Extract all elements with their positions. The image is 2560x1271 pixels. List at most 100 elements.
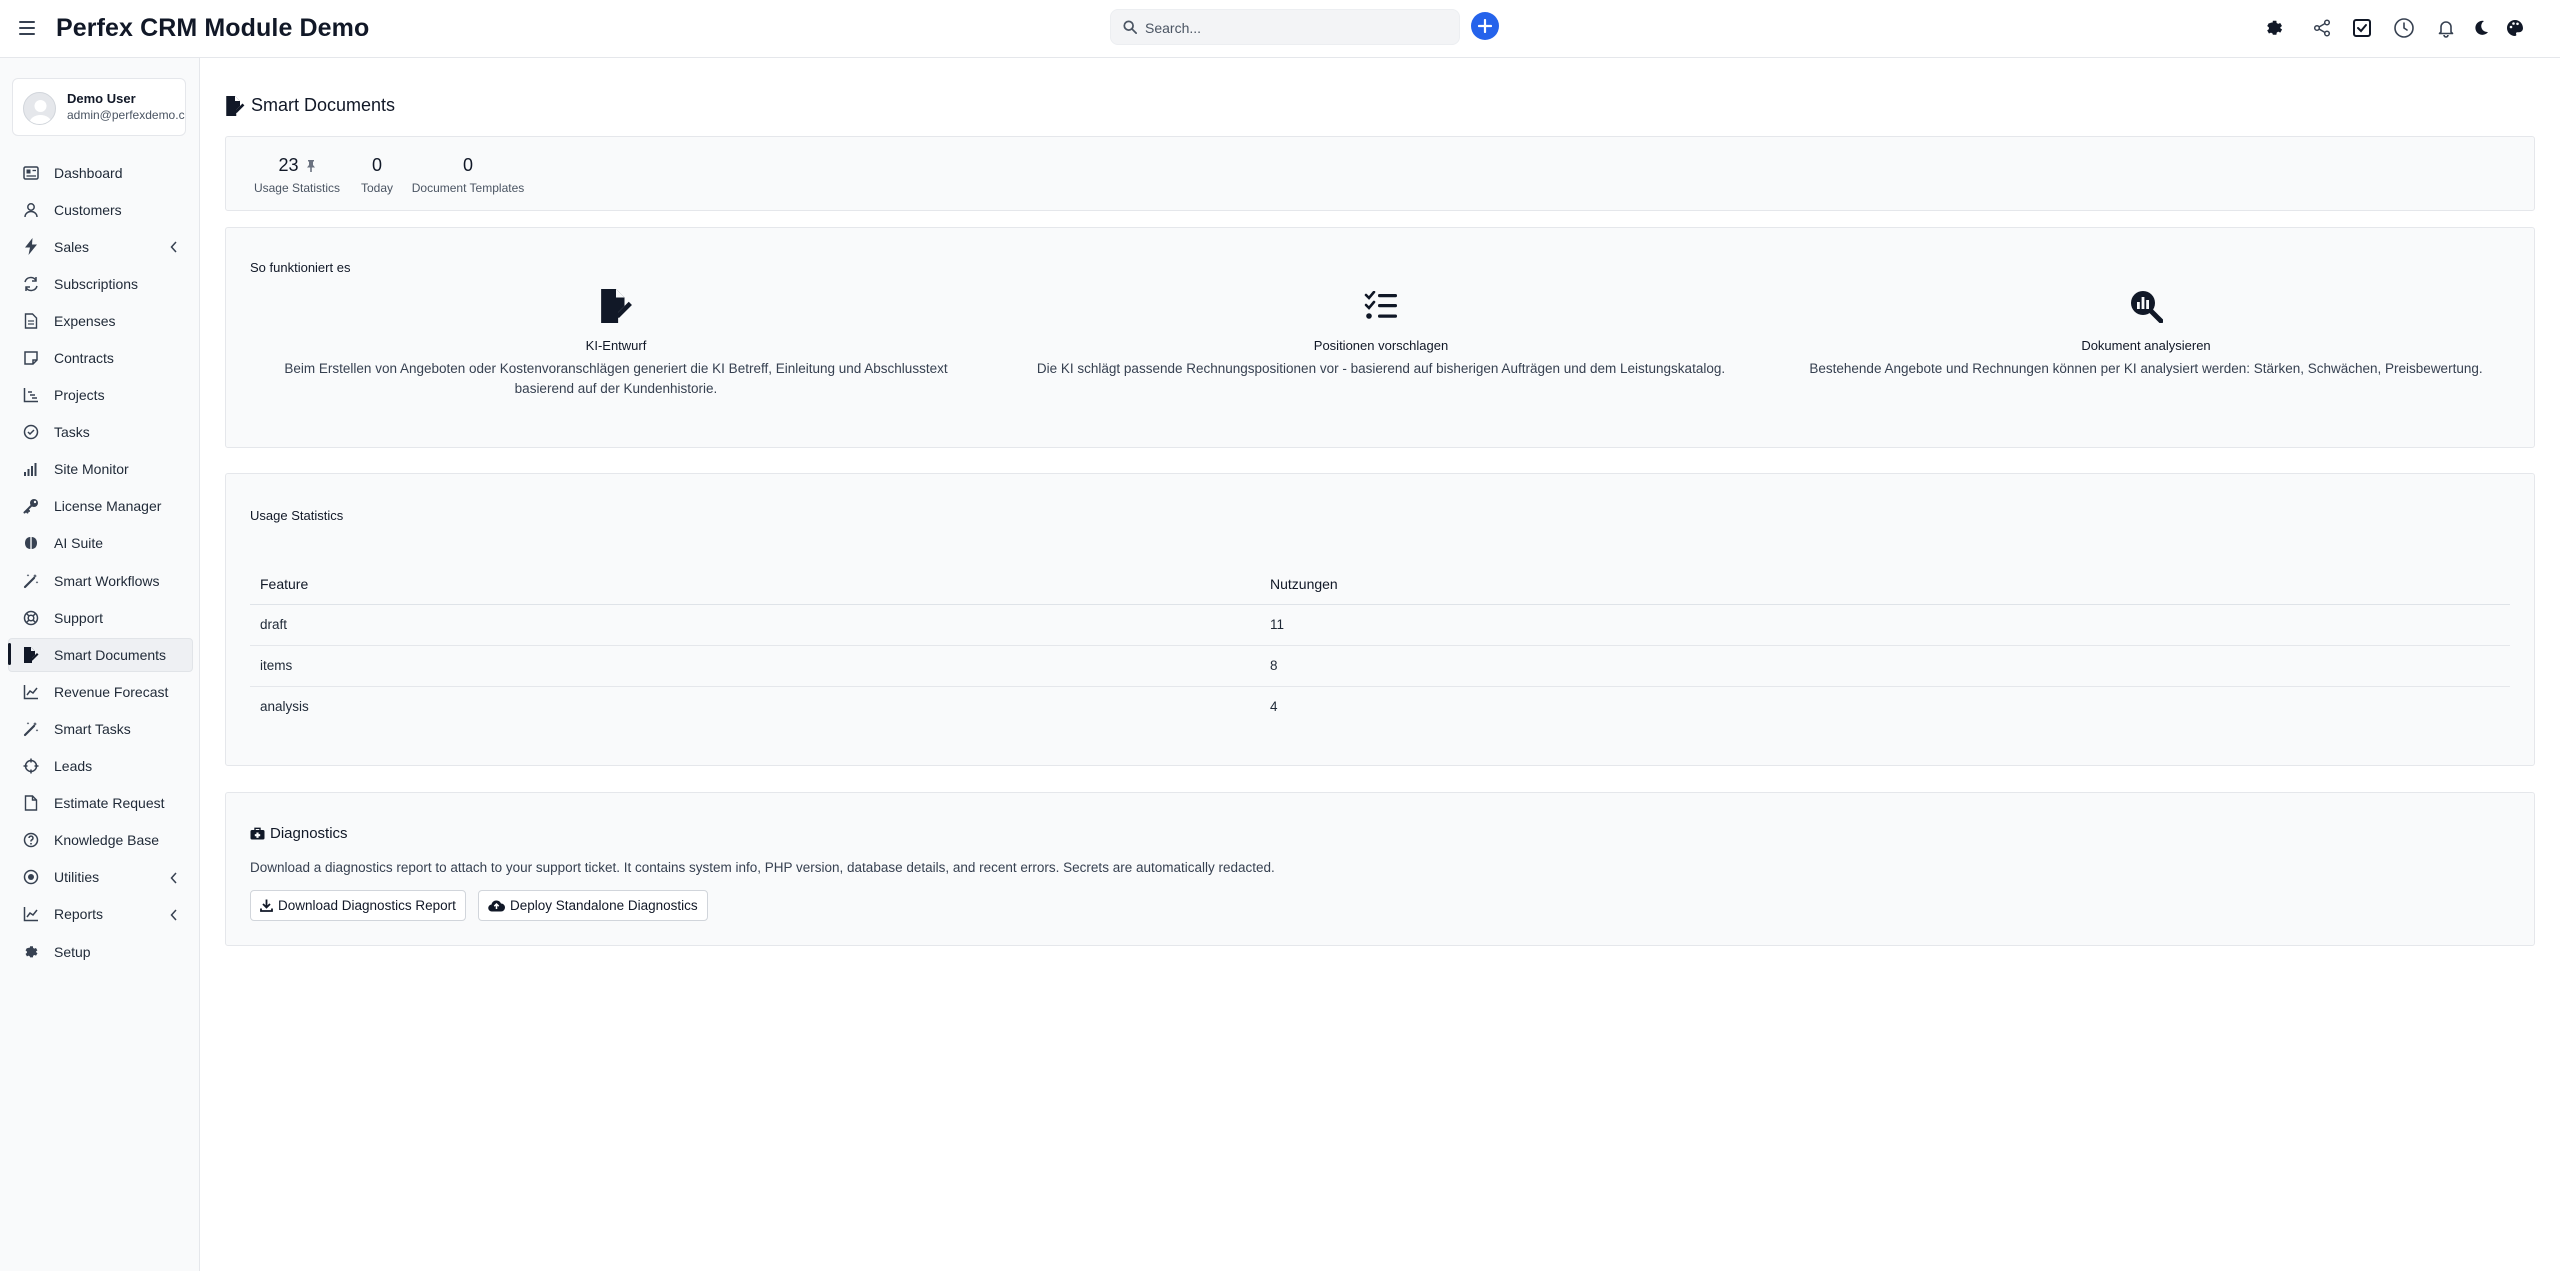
sidebar-item-ai-suite[interactable]: AI Suite bbox=[0, 525, 200, 562]
share-icon[interactable] bbox=[2311, 17, 2333, 39]
feature-dokument-analysieren: Dokument analysieren Bestehende Angebote… bbox=[1776, 288, 2516, 379]
sidebar-item-leads[interactable]: Leads bbox=[0, 748, 200, 785]
deploy-diagnostics-button[interactable]: Deploy Standalone Diagnostics bbox=[478, 890, 708, 921]
plus-icon bbox=[1478, 19, 1492, 33]
table-header-row: Feature Nutzungen bbox=[250, 564, 2510, 605]
lifebuoy-icon bbox=[22, 609, 40, 627]
search-icon bbox=[1123, 20, 1137, 39]
signal-icon bbox=[22, 460, 40, 478]
question-circle-icon bbox=[22, 831, 40, 849]
sidebar-item-subscriptions[interactable]: Subscriptions bbox=[0, 265, 200, 302]
chart-icon bbox=[22, 386, 40, 404]
app-title: Perfex CRM Module Demo bbox=[56, 14, 370, 42]
sidebar-item-smart-documents[interactable]: Smart Documents bbox=[0, 636, 200, 673]
gear-icon[interactable] bbox=[2263, 17, 2285, 39]
table-row: analysis 4 bbox=[260, 699, 1278, 715]
key-icon bbox=[22, 497, 40, 515]
search-input[interactable] bbox=[1145, 17, 1445, 39]
sidebar-item-support[interactable]: Support bbox=[0, 599, 200, 636]
pin-icon bbox=[306, 159, 315, 172]
top-header: Perfex CRM Module Demo bbox=[0, 0, 2560, 58]
table-row: items 8 bbox=[250, 645, 2510, 687]
sidebar-item-revenue-forecast[interactable]: Revenue Forecast bbox=[0, 673, 200, 710]
medkit-icon bbox=[250, 827, 265, 840]
how-it-works-card: So funktioniert es KI-Entwurf Beim Erste… bbox=[225, 227, 2535, 448]
file-signature-icon bbox=[22, 646, 40, 664]
chevron-left-icon bbox=[170, 871, 178, 887]
column-header-feature: Feature bbox=[250, 564, 1260, 605]
file-signature-icon bbox=[246, 288, 986, 324]
diagnostics-description: Download a diagnostics report to attach … bbox=[250, 860, 1275, 875]
stat-usage-statistics: 23 Usage Statistics bbox=[253, 155, 341, 195]
quick-add-button[interactable] bbox=[1471, 12, 1499, 40]
page-title: Smart Documents bbox=[225, 95, 395, 116]
sidebar-item-expenses[interactable]: Expenses bbox=[0, 302, 200, 339]
sidebar-item-estimate-request[interactable]: Estimate Request bbox=[0, 785, 200, 822]
sidebar-item-smart-tasks[interactable]: Smart Tasks bbox=[0, 710, 200, 747]
cloud-upload-icon bbox=[488, 900, 505, 912]
line-chart-icon bbox=[22, 683, 40, 701]
clock-icon[interactable] bbox=[2393, 17, 2415, 39]
download-icon bbox=[260, 899, 273, 912]
list-check-icon bbox=[1011, 288, 1751, 324]
stat-today: 0 Today bbox=[360, 155, 394, 195]
dot-circle-icon bbox=[22, 868, 40, 886]
magic-wand-icon bbox=[22, 720, 40, 738]
column-header-nutzungen: Nutzungen bbox=[1260, 564, 2510, 605]
menu-toggle-icon[interactable] bbox=[19, 21, 35, 35]
diagnostics-title: Diagnostics bbox=[250, 825, 348, 842]
avatar bbox=[23, 92, 56, 125]
refresh-icon bbox=[22, 275, 40, 293]
sidebar-nav: Dashboard Customers Sales Subscriptions … bbox=[0, 154, 200, 970]
file-icon bbox=[22, 794, 40, 812]
file-signature-icon bbox=[226, 95, 245, 116]
search-box[interactable] bbox=[1110, 9, 1460, 45]
dashboard-icon bbox=[22, 164, 40, 182]
sidebar-item-knowledge-base[interactable]: Knowledge Base bbox=[0, 822, 200, 859]
user-icon bbox=[22, 201, 40, 219]
sidebar-item-setup[interactable]: Setup bbox=[0, 933, 200, 970]
usage-table: Feature Nutzungen draft 11 items 8 analy… bbox=[250, 564, 2510, 727]
diagnostics-card: Diagnostics Download a diagnostics repor… bbox=[225, 792, 2535, 946]
gear-icon bbox=[22, 943, 40, 961]
note-icon bbox=[22, 349, 40, 367]
line-chart-icon bbox=[22, 905, 40, 923]
bell-icon[interactable] bbox=[2435, 17, 2457, 39]
sidebar-item-contracts[interactable]: Contracts bbox=[0, 339, 200, 376]
sidebar-item-dashboard[interactable]: Dashboard bbox=[0, 154, 200, 191]
brain-icon bbox=[22, 534, 40, 552]
section-title: So funktioniert es bbox=[250, 260, 351, 275]
moon-icon[interactable] bbox=[2470, 17, 2492, 39]
sidebar-item-license-manager[interactable]: License Manager bbox=[0, 488, 200, 525]
user-name: Demo User bbox=[67, 91, 136, 106]
usage-statistics-card: Usage Statistics Feature Nutzungen draft… bbox=[225, 473, 2535, 766]
user-profile-card[interactable]: Demo User admin@perfexdemo.c... bbox=[12, 78, 186, 136]
crosshair-icon bbox=[22, 757, 40, 775]
sidebar: Demo User admin@perfexdemo.c... Dashboar… bbox=[0, 58, 200, 1271]
sidebar-item-smart-workflows[interactable]: Smart Workflows bbox=[0, 562, 200, 599]
chevron-left-icon bbox=[170, 240, 178, 256]
sidebar-item-tasks[interactable]: Tasks bbox=[0, 414, 200, 451]
magic-wand-icon bbox=[22, 572, 40, 590]
user-email: admin@perfexdemo.c... bbox=[67, 108, 186, 122]
sidebar-item-customers[interactable]: Customers bbox=[0, 191, 200, 228]
palette-icon[interactable] bbox=[2504, 17, 2526, 39]
sidebar-item-utilities[interactable]: Utilities bbox=[0, 859, 200, 896]
stats-card: 23 Usage Statistics 0 Today 0 Document T… bbox=[225, 136, 2535, 211]
sidebar-item-sales[interactable]: Sales bbox=[0, 228, 200, 265]
task-check-icon[interactable] bbox=[2351, 17, 2373, 39]
feature-ki-entwurf: KI-Entwurf Beim Erstellen von Angeboten … bbox=[246, 288, 986, 399]
table-row: draft 11 bbox=[250, 604, 2510, 646]
section-title: Usage Statistics bbox=[250, 508, 344, 523]
feature-positionen-vorschlagen: Positionen vorschlagen Die KI schlägt pa… bbox=[1011, 288, 1751, 379]
document-icon bbox=[22, 312, 40, 330]
bolt-icon bbox=[22, 238, 40, 256]
sidebar-item-reports[interactable]: Reports bbox=[0, 896, 200, 933]
download-diagnostics-button[interactable]: Download Diagnostics Report bbox=[250, 890, 466, 921]
sidebar-item-site-monitor[interactable]: Site Monitor bbox=[0, 451, 200, 488]
stat-document-templates: 0 Document Templates bbox=[411, 155, 525, 195]
magnifier-chart-icon bbox=[1776, 288, 2516, 324]
chevron-left-icon bbox=[170, 908, 178, 924]
sidebar-item-projects[interactable]: Projects bbox=[0, 377, 200, 414]
check-circle-icon bbox=[22, 423, 40, 441]
